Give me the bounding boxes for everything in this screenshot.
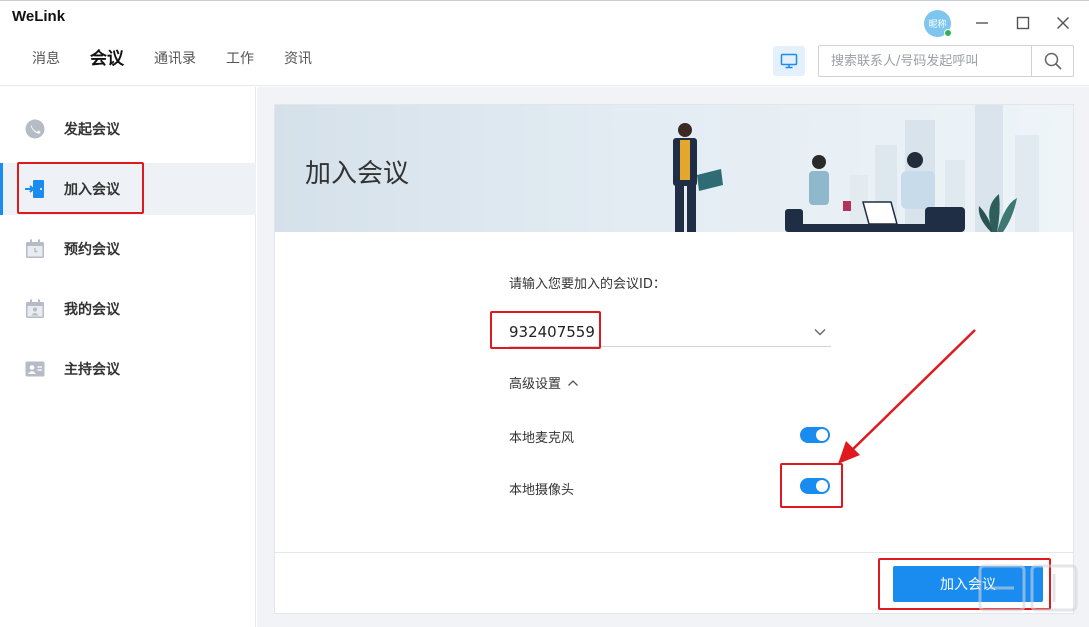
close-button[interactable] xyxy=(1051,11,1075,35)
sidebar: 发起会议 加入会议 预约会议 我的会议 主持会议 xyxy=(0,87,256,627)
avatar[interactable]: 昵称 xyxy=(924,10,952,37)
sidebar-item-label: 预约会议 xyxy=(64,242,120,258)
camera-toggle[interactable] xyxy=(800,478,830,494)
sidebar-item-label: 发起会议 xyxy=(64,122,120,138)
sidebar-item-schedule-meeting[interactable]: 预约会议 xyxy=(0,223,256,275)
sidebar-item-join-meeting[interactable]: 加入会议 xyxy=(0,163,256,215)
banner: 加入会议 xyxy=(275,105,1073,232)
online-status-dot xyxy=(944,29,952,37)
toggle-knob xyxy=(816,480,828,492)
advanced-settings-toggle[interactable]: 高级设置 xyxy=(509,373,579,392)
microphone-toggle[interactable] xyxy=(800,427,830,443)
join-door-icon xyxy=(24,178,46,200)
search-box xyxy=(818,45,1074,77)
sidebar-item-label: 加入会议 xyxy=(64,182,120,198)
avatar-text: 昵称 xyxy=(928,20,947,30)
meeting-id-label: 请输入您要加入的会议ID： xyxy=(509,277,666,292)
host-card-icon xyxy=(24,358,46,380)
tab-messages[interactable]: 消息 xyxy=(32,47,60,71)
sidebar-item-label: 主持会议 xyxy=(64,362,120,378)
search-input[interactable] xyxy=(819,46,1031,76)
tab-meetings[interactable]: 会议 xyxy=(90,47,124,71)
tab-work[interactable]: 工作 xyxy=(226,47,254,71)
minimize-icon xyxy=(976,22,988,24)
main-nav: 消息 会议 通讯录 工作 资讯 xyxy=(32,47,342,71)
maximize-icon xyxy=(1016,16,1030,30)
tab-contacts[interactable]: 通讯录 xyxy=(154,47,196,71)
sidebar-item-host-meeting[interactable]: 主持会议 xyxy=(0,343,256,395)
minimize-button[interactable] xyxy=(970,11,994,35)
calendar-clock-icon xyxy=(24,238,46,260)
toggle-knob xyxy=(816,429,828,441)
meeting-id-field xyxy=(509,317,831,347)
join-meeting-card: 加入会议 请输入您要加入的会议ID： 高级设置 本地麦克风 本地摄像头 加入会议 xyxy=(274,104,1074,614)
sidebar-item-start-meeting[interactable]: 发起会议 xyxy=(0,103,256,155)
screen-share-button[interactable] xyxy=(773,46,805,76)
call-bubble-icon xyxy=(24,118,46,140)
monitor-icon xyxy=(780,53,798,69)
search-icon xyxy=(1044,52,1062,70)
camera-label: 本地摄像头 xyxy=(509,483,575,498)
chevron-up-icon xyxy=(568,379,578,386)
calendar-person-icon xyxy=(24,298,46,320)
advanced-settings-label: 高级设置 xyxy=(509,377,562,392)
page-title: 加入会议 xyxy=(305,159,410,189)
title-bar: WeLink 消息 会议 通讯录 工作 资讯 昵称 xyxy=(0,0,1089,86)
sidebar-item-my-meetings[interactable]: 我的会议 xyxy=(0,283,256,335)
tab-news[interactable]: 资讯 xyxy=(284,47,312,71)
watermark-logo xyxy=(978,564,1078,612)
chevron-down-icon[interactable] xyxy=(813,325,827,339)
meeting-id-input[interactable] xyxy=(509,317,799,346)
footer-divider xyxy=(275,552,1073,553)
app-title: WeLink xyxy=(12,8,66,25)
sidebar-item-label: 我的会议 xyxy=(64,302,120,318)
maximize-button[interactable] xyxy=(1011,11,1035,35)
microphone-label: 本地麦克风 xyxy=(509,431,575,446)
search-button[interactable] xyxy=(1031,46,1073,76)
close-icon xyxy=(1057,17,1069,29)
